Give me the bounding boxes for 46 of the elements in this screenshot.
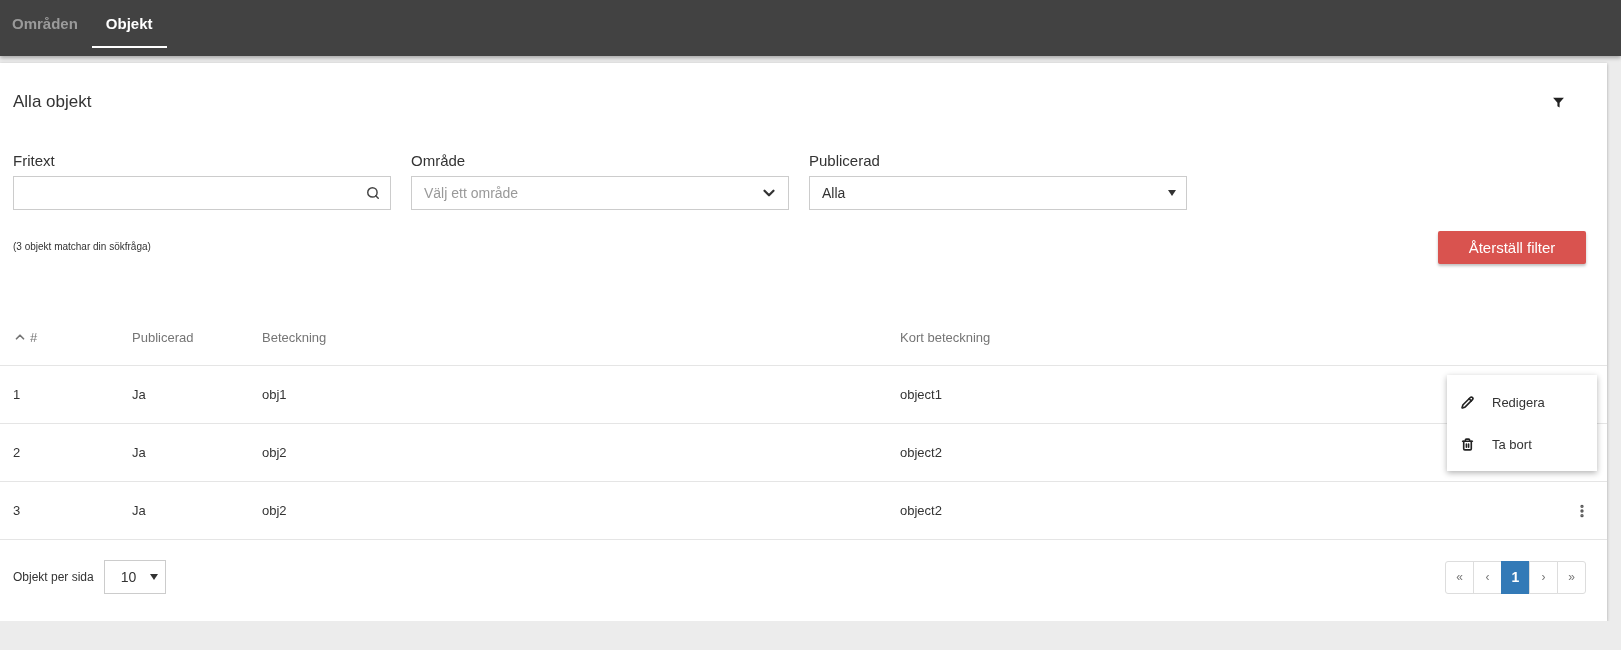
per-page-select[interactable]: 10	[103, 560, 166, 594]
nav-tab[interactable]: Områden	[0, 0, 92, 48]
table-cell-text: obj1	[261, 387, 288, 402]
per-page-label: Objekt per sida	[13, 570, 94, 584]
trash-icon	[1461, 437, 1474, 451]
menu-item[interactable]: Ta bort	[1447, 423, 1597, 465]
table-cell-text: object2	[899, 503, 943, 518]
table-cell-text: 1	[12, 387, 22, 402]
table-cell-text: 2	[12, 445, 22, 460]
caret-icon	[1168, 190, 1176, 196]
match-count: (3 objekt matchar din sökfråga)	[13, 241, 151, 252]
area-dropdown[interactable]: Välj ett område	[411, 176, 789, 210]
page-button[interactable]: 1	[1501, 560, 1530, 594]
table-cell-text: obj2	[261, 445, 288, 460]
reset-filter-button[interactable]: Återställ filter	[1438, 231, 1586, 264]
search-field[interactable]	[13, 176, 391, 210]
table-cell-text: Ja	[131, 445, 147, 460]
panel-title: Alla objekt	[13, 92, 92, 112]
column-header[interactable]: Publicerad	[119, 329, 249, 345]
column-title: Beteckning	[262, 329, 327, 345]
column-header[interactable]: #	[0, 329, 119, 345]
table-cell-text: object1	[899, 387, 943, 402]
search-icon	[366, 186, 380, 200]
caret-icon	[149, 574, 158, 580]
field-label: Publicerad	[809, 152, 881, 169]
column-header[interactable]: Kort beteckning	[887, 329, 1557, 345]
table-cell-text: Ja	[131, 387, 147, 402]
table-cell-text: 3	[12, 503, 22, 518]
page-button[interactable]: »	[1557, 560, 1586, 594]
column-header[interactable]: Beteckning	[249, 329, 887, 345]
field-label: Fritext	[13, 152, 56, 169]
page-button[interactable]: ‹	[1473, 560, 1502, 594]
column-title: #	[30, 329, 38, 345]
table-cell-text: Ja	[131, 503, 147, 518]
table-cell-text: obj2	[261, 503, 288, 518]
column-title: Kort beteckning	[900, 329, 991, 345]
nav-tab[interactable]: Objekt	[91, 0, 167, 48]
filter-icon[interactable]	[1552, 95, 1565, 109]
page-button[interactable]: «	[1445, 560, 1474, 594]
field-label: Område	[411, 152, 467, 169]
column-title: Publicerad	[132, 329, 194, 345]
published-select[interactable]: Alla	[809, 176, 1187, 210]
menu-item[interactable]: Redigera	[1447, 381, 1597, 423]
table-cell-text: object2	[899, 445, 943, 460]
page-button[interactable]: ›	[1529, 560, 1558, 594]
pencil-icon	[1461, 395, 1474, 409]
